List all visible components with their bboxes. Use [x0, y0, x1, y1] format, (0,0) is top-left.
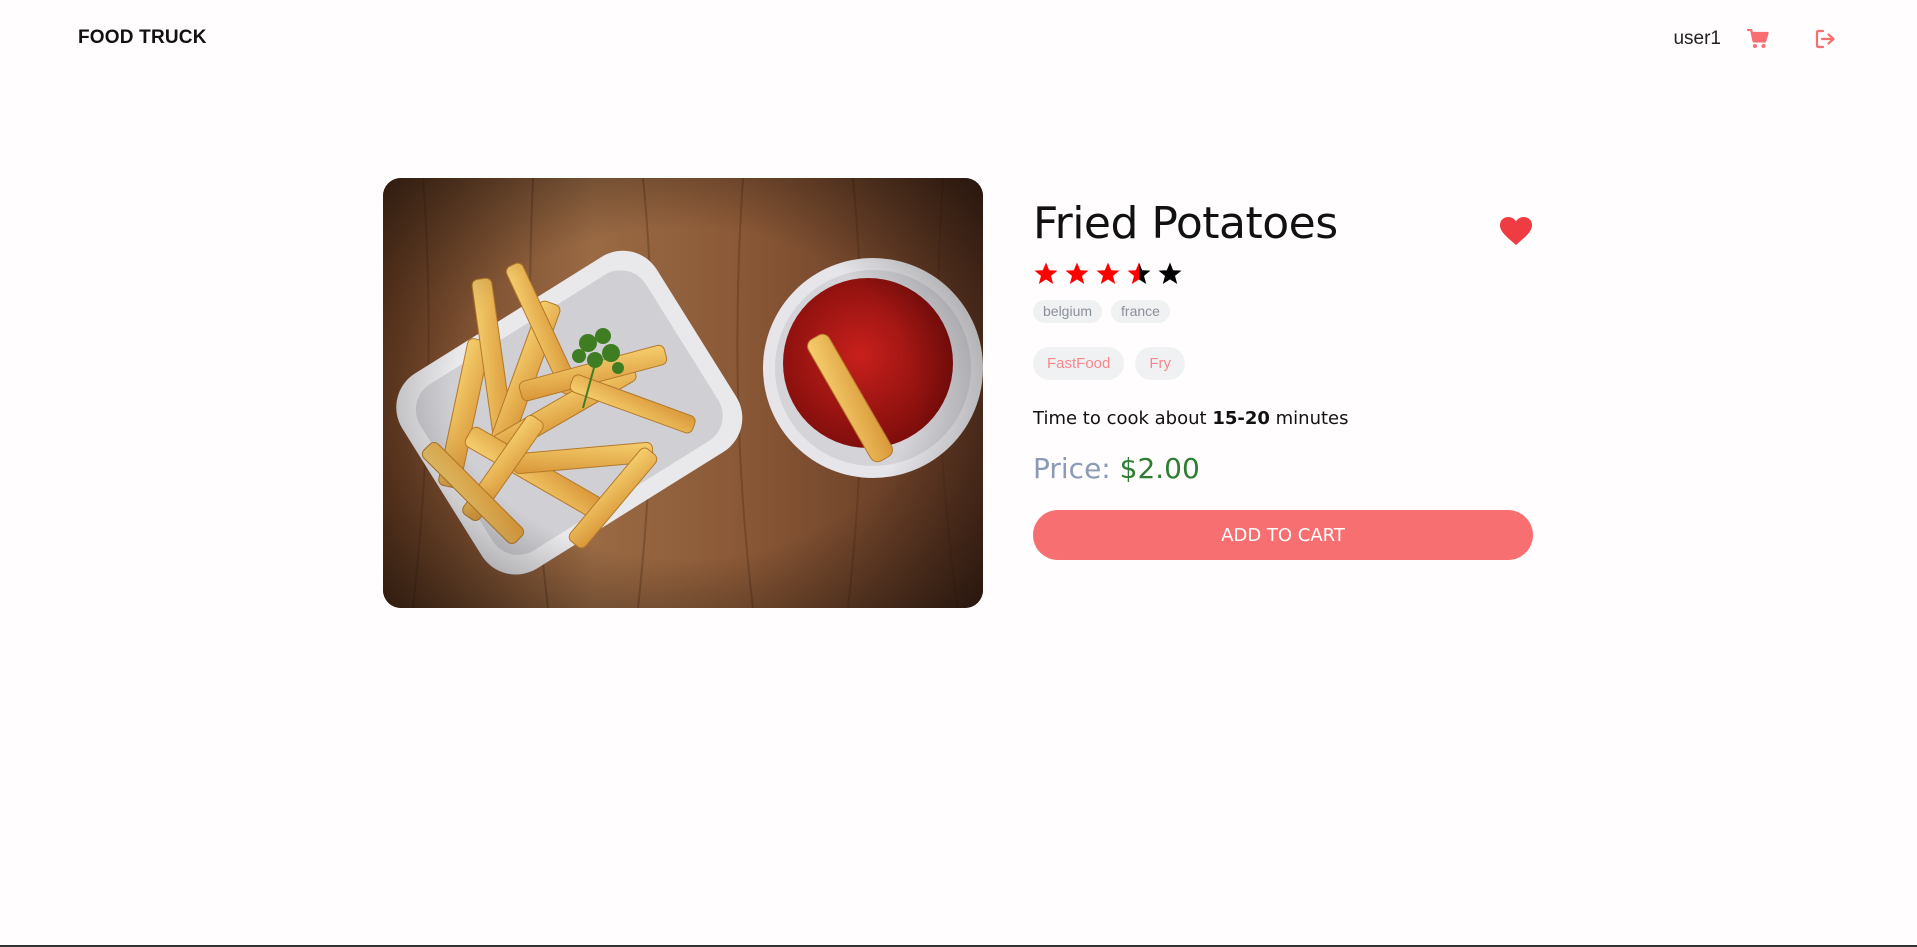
- header: FOOD TRUCK user1: [0, 0, 1917, 80]
- origin-badge: belgium: [1033, 300, 1103, 324]
- star-icon: [1065, 262, 1089, 285]
- price-value: $2.00: [1119, 452, 1200, 486]
- star-icon: [1096, 262, 1120, 285]
- cook-time-suffix: minutes: [1275, 408, 1349, 430]
- origins-list: belgium france: [1033, 300, 1533, 324]
- food-details: Fried Potatoes belgium france FastFood F…: [1033, 198, 1533, 561]
- rating-stars: [1033, 260, 1533, 288]
- logout-icon[interactable]: [1813, 26, 1839, 52]
- star-icon: [1127, 262, 1151, 285]
- logo[interactable]: FOOD TRUCK: [78, 27, 207, 49]
- heart-icon[interactable]: [1499, 216, 1533, 246]
- star-icon: [1158, 262, 1182, 285]
- origin-badge: france: [1111, 300, 1170, 324]
- price-label: Price:: [1033, 452, 1111, 486]
- tag-chip[interactable]: Fry: [1135, 347, 1186, 381]
- add-to-cart-button[interactable]: ADD TO CART: [1033, 510, 1533, 561]
- star-icon: [1034, 262, 1058, 285]
- cook-time-prefix: Time to cook about: [1033, 408, 1207, 430]
- header-nav: user1: [1673, 22, 1839, 56]
- tags-list: FastFood Fry: [1033, 347, 1533, 381]
- cart-icon[interactable]: [1745, 26, 1771, 52]
- cook-time-value: 15-20: [1212, 408, 1270, 430]
- tag-chip[interactable]: FastFood: [1033, 347, 1125, 381]
- username: user1: [1673, 28, 1721, 49]
- price: Price: $2.00: [1033, 455, 1533, 483]
- food-page: FOOD TRUCK user1 Fried Potatoes belgium …: [0, 0, 1917, 947]
- food-image: [383, 178, 983, 608]
- food-name: Fried Potatoes: [1033, 198, 1338, 249]
- cook-time: Time to cook about 15-20 minutes: [1033, 408, 1533, 429]
